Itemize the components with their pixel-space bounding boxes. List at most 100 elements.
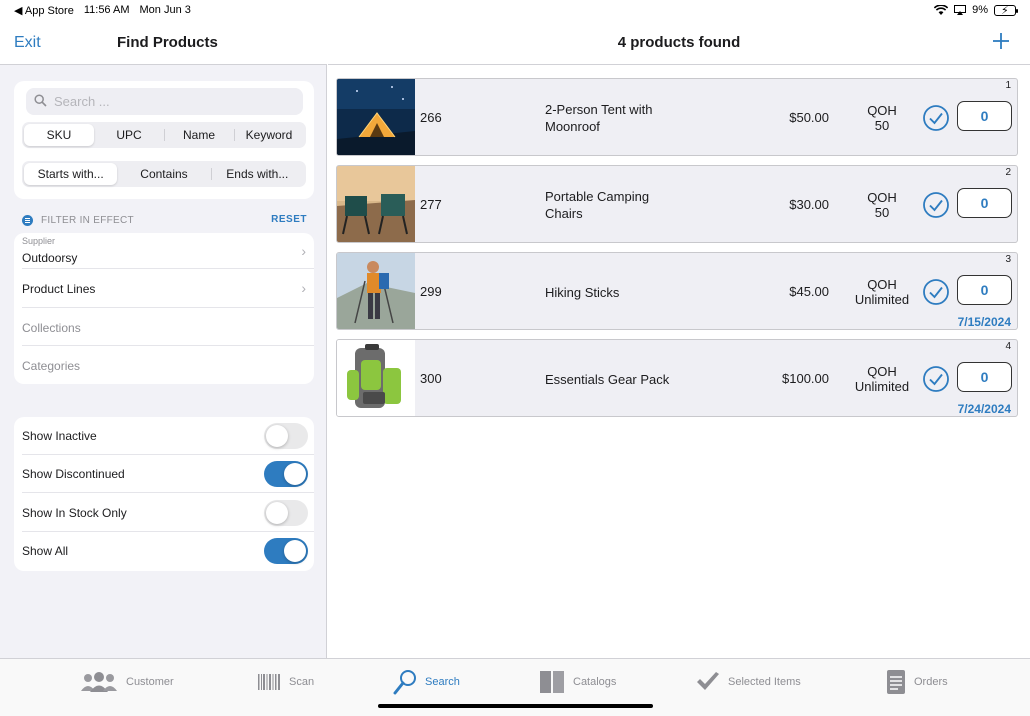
results-title: 4 products found	[617, 34, 741, 51]
tab-search-label: Search	[425, 676, 460, 688]
show-in-stock-only-label: Show In Stock Only	[22, 506, 127, 520]
show-inactive-label: Show Inactive	[22, 429, 97, 443]
back-to-app-store[interactable]: ◀ App Store	[14, 4, 74, 17]
camping-chairs-image	[337, 166, 415, 242]
show-discontinued-label: Show Discontinued	[22, 467, 125, 481]
check-circle-icon[interactable]	[922, 278, 950, 306]
show-discontinued-switch[interactable]	[264, 461, 308, 487]
catalog-icon	[540, 671, 564, 693]
segment-contains[interactable]: Contains	[117, 163, 210, 185]
product-price: $30.00	[789, 197, 829, 212]
search-box[interactable]	[26, 88, 303, 115]
qoh-label: QOH	[867, 103, 897, 118]
availability-date: 7/15/2024	[957, 315, 1011, 329]
filter-supplier[interactable]: Supplier Outdoorsy ›	[22, 233, 314, 269]
qoh: QOH Unlimited	[847, 364, 917, 394]
product-card[interactable]: 266 2-Person Tent with Moonroof $50.00 Q…	[336, 78, 1018, 156]
status-bar: ◀ App Store 11:56 AM Mon Jun 3 9% ⚡	[0, 0, 1030, 22]
search-icon	[34, 94, 47, 107]
filter-categories-label: Categories	[22, 359, 81, 373]
qoh-label: QOH	[867, 364, 897, 379]
filter-supplier-value: Outdoorsy	[22, 251, 78, 265]
product-name: Portable Camping Chairs	[545, 189, 650, 221]
row-index: 2	[1005, 167, 1011, 178]
checkmark-icon	[697, 672, 719, 690]
tab-catalogs-label: Catalogs	[573, 676, 617, 688]
toggle-row-show-all: Show All	[22, 532, 314, 570]
toggle-row-show-inactive: Show Inactive	[22, 417, 314, 455]
product-sku: 300	[420, 371, 442, 386]
quantity-field[interactable]: 0	[957, 101, 1012, 131]
add-icon[interactable]	[990, 30, 1012, 52]
filter-categories[interactable]: Categories	[22, 346, 314, 384]
row-index: 3	[1005, 254, 1011, 265]
tab-scan[interactable]: Scan	[257, 669, 314, 695]
check-circle-icon[interactable]	[922, 104, 950, 132]
tent-image	[337, 79, 415, 155]
filter-in-effect-label: FILTER IN EFFECT	[41, 215, 134, 226]
quantity-field[interactable]: 0	[957, 188, 1012, 218]
toggle-row-show-discontinued: Show Discontinued	[22, 455, 314, 493]
quantity-field[interactable]: 0	[957, 275, 1012, 305]
match-mode-segmented-control: Starts with... Contains Ends with...	[22, 161, 306, 187]
show-in-stock-only-switch[interactable]	[264, 500, 308, 526]
reset-button[interactable]: RESET	[271, 214, 307, 225]
status-time: 11:56 AM	[83, 4, 130, 16]
tab-orders[interactable]: Orders	[886, 669, 948, 695]
home-indicator[interactable]	[378, 704, 653, 708]
exit-button[interactable]: Exit	[14, 34, 41, 52]
chevron-right-icon: ›	[301, 280, 306, 296]
wifi-icon	[934, 4, 949, 15]
segment-keyword[interactable]: Keyword	[234, 124, 304, 146]
segment-ends-with[interactable]: Ends with...	[210, 163, 304, 185]
segment-upc[interactable]: UPC	[94, 124, 164, 146]
battery-percent: 9%	[972, 4, 988, 16]
product-sku: 299	[420, 284, 442, 299]
battery-icon: ⚡	[994, 4, 1018, 17]
show-inactive-switch[interactable]	[264, 423, 308, 449]
tab-scan-label: Scan	[289, 676, 315, 688]
hiking-sticks-image	[337, 253, 415, 329]
filter-in-effect-row: FILTER IN EFFECT RESET	[22, 214, 307, 228]
filter-supplier-caption: Supplier	[22, 236, 56, 246]
product-name: Hiking Sticks	[545, 285, 620, 300]
tab-search[interactable]: Search	[393, 669, 460, 695]
tab-customer[interactable]: Customer	[80, 669, 174, 695]
qoh-label: QOH	[867, 190, 897, 205]
segment-starts-with[interactable]: Starts with...	[24, 163, 118, 185]
segment-name[interactable]: Name	[164, 124, 234, 146]
toggle-list: Show Inactive Show Discontinued Show In …	[14, 417, 314, 571]
product-sku: 266	[420, 110, 442, 125]
left-nav-bar: Exit Find Products	[0, 22, 327, 65]
product-name: 2-Person Tent with Moonroof	[545, 102, 653, 134]
status-date: Mon Jun 3	[139, 4, 191, 16]
product-card[interactable]: 277 Portable Camping Chairs $30.00 QOH 50…	[336, 165, 1018, 243]
filter-collections-label: Collections	[22, 321, 81, 335]
filter-panel: Exit Find Products SKU UPC Name Keyword …	[0, 22, 327, 658]
filter-product-lines[interactable]: Product Lines ›	[22, 269, 314, 308]
search-input[interactable]	[54, 92, 294, 111]
chevron-right-icon: ›	[301, 242, 306, 259]
qoh: QOH 50	[847, 103, 917, 133]
quantity-field[interactable]: 0	[957, 362, 1012, 392]
toggle-row-show-in-stock-only: Show In Stock Only	[22, 494, 314, 532]
qoh-value: Unlimited	[854, 379, 910, 394]
product-card[interactable]: 300 Essentials Gear Pack $100.00 QOH Unli…	[336, 339, 1018, 417]
tab-selected-items[interactable]: Selected Items	[696, 669, 801, 695]
filter-list: Supplier Outdoorsy › Product Lines › Col…	[14, 233, 314, 384]
tab-customer-label: Customer	[126, 676, 174, 688]
product-price: $50.00	[789, 110, 829, 125]
filter-collections[interactable]: Collections	[22, 308, 314, 346]
tab-catalogs[interactable]: Catalogs	[539, 669, 616, 695]
qoh: QOH 50	[847, 190, 917, 220]
qoh-value: 50	[874, 205, 890, 220]
search-card: SKU UPC Name Keyword Starts with... Cont…	[14, 81, 314, 199]
show-all-switch[interactable]	[264, 538, 308, 564]
check-circle-icon[interactable]	[922, 365, 950, 393]
check-circle-icon[interactable]	[922, 191, 950, 219]
row-index: 1	[1005, 80, 1011, 91]
segment-sku[interactable]: SKU	[24, 124, 94, 146]
product-sku: 277	[420, 197, 442, 212]
screen-mirror-icon	[954, 5, 967, 15]
product-card[interactable]: 299 Hiking Sticks $45.00 QOH Unlimited 3 …	[336, 252, 1018, 330]
